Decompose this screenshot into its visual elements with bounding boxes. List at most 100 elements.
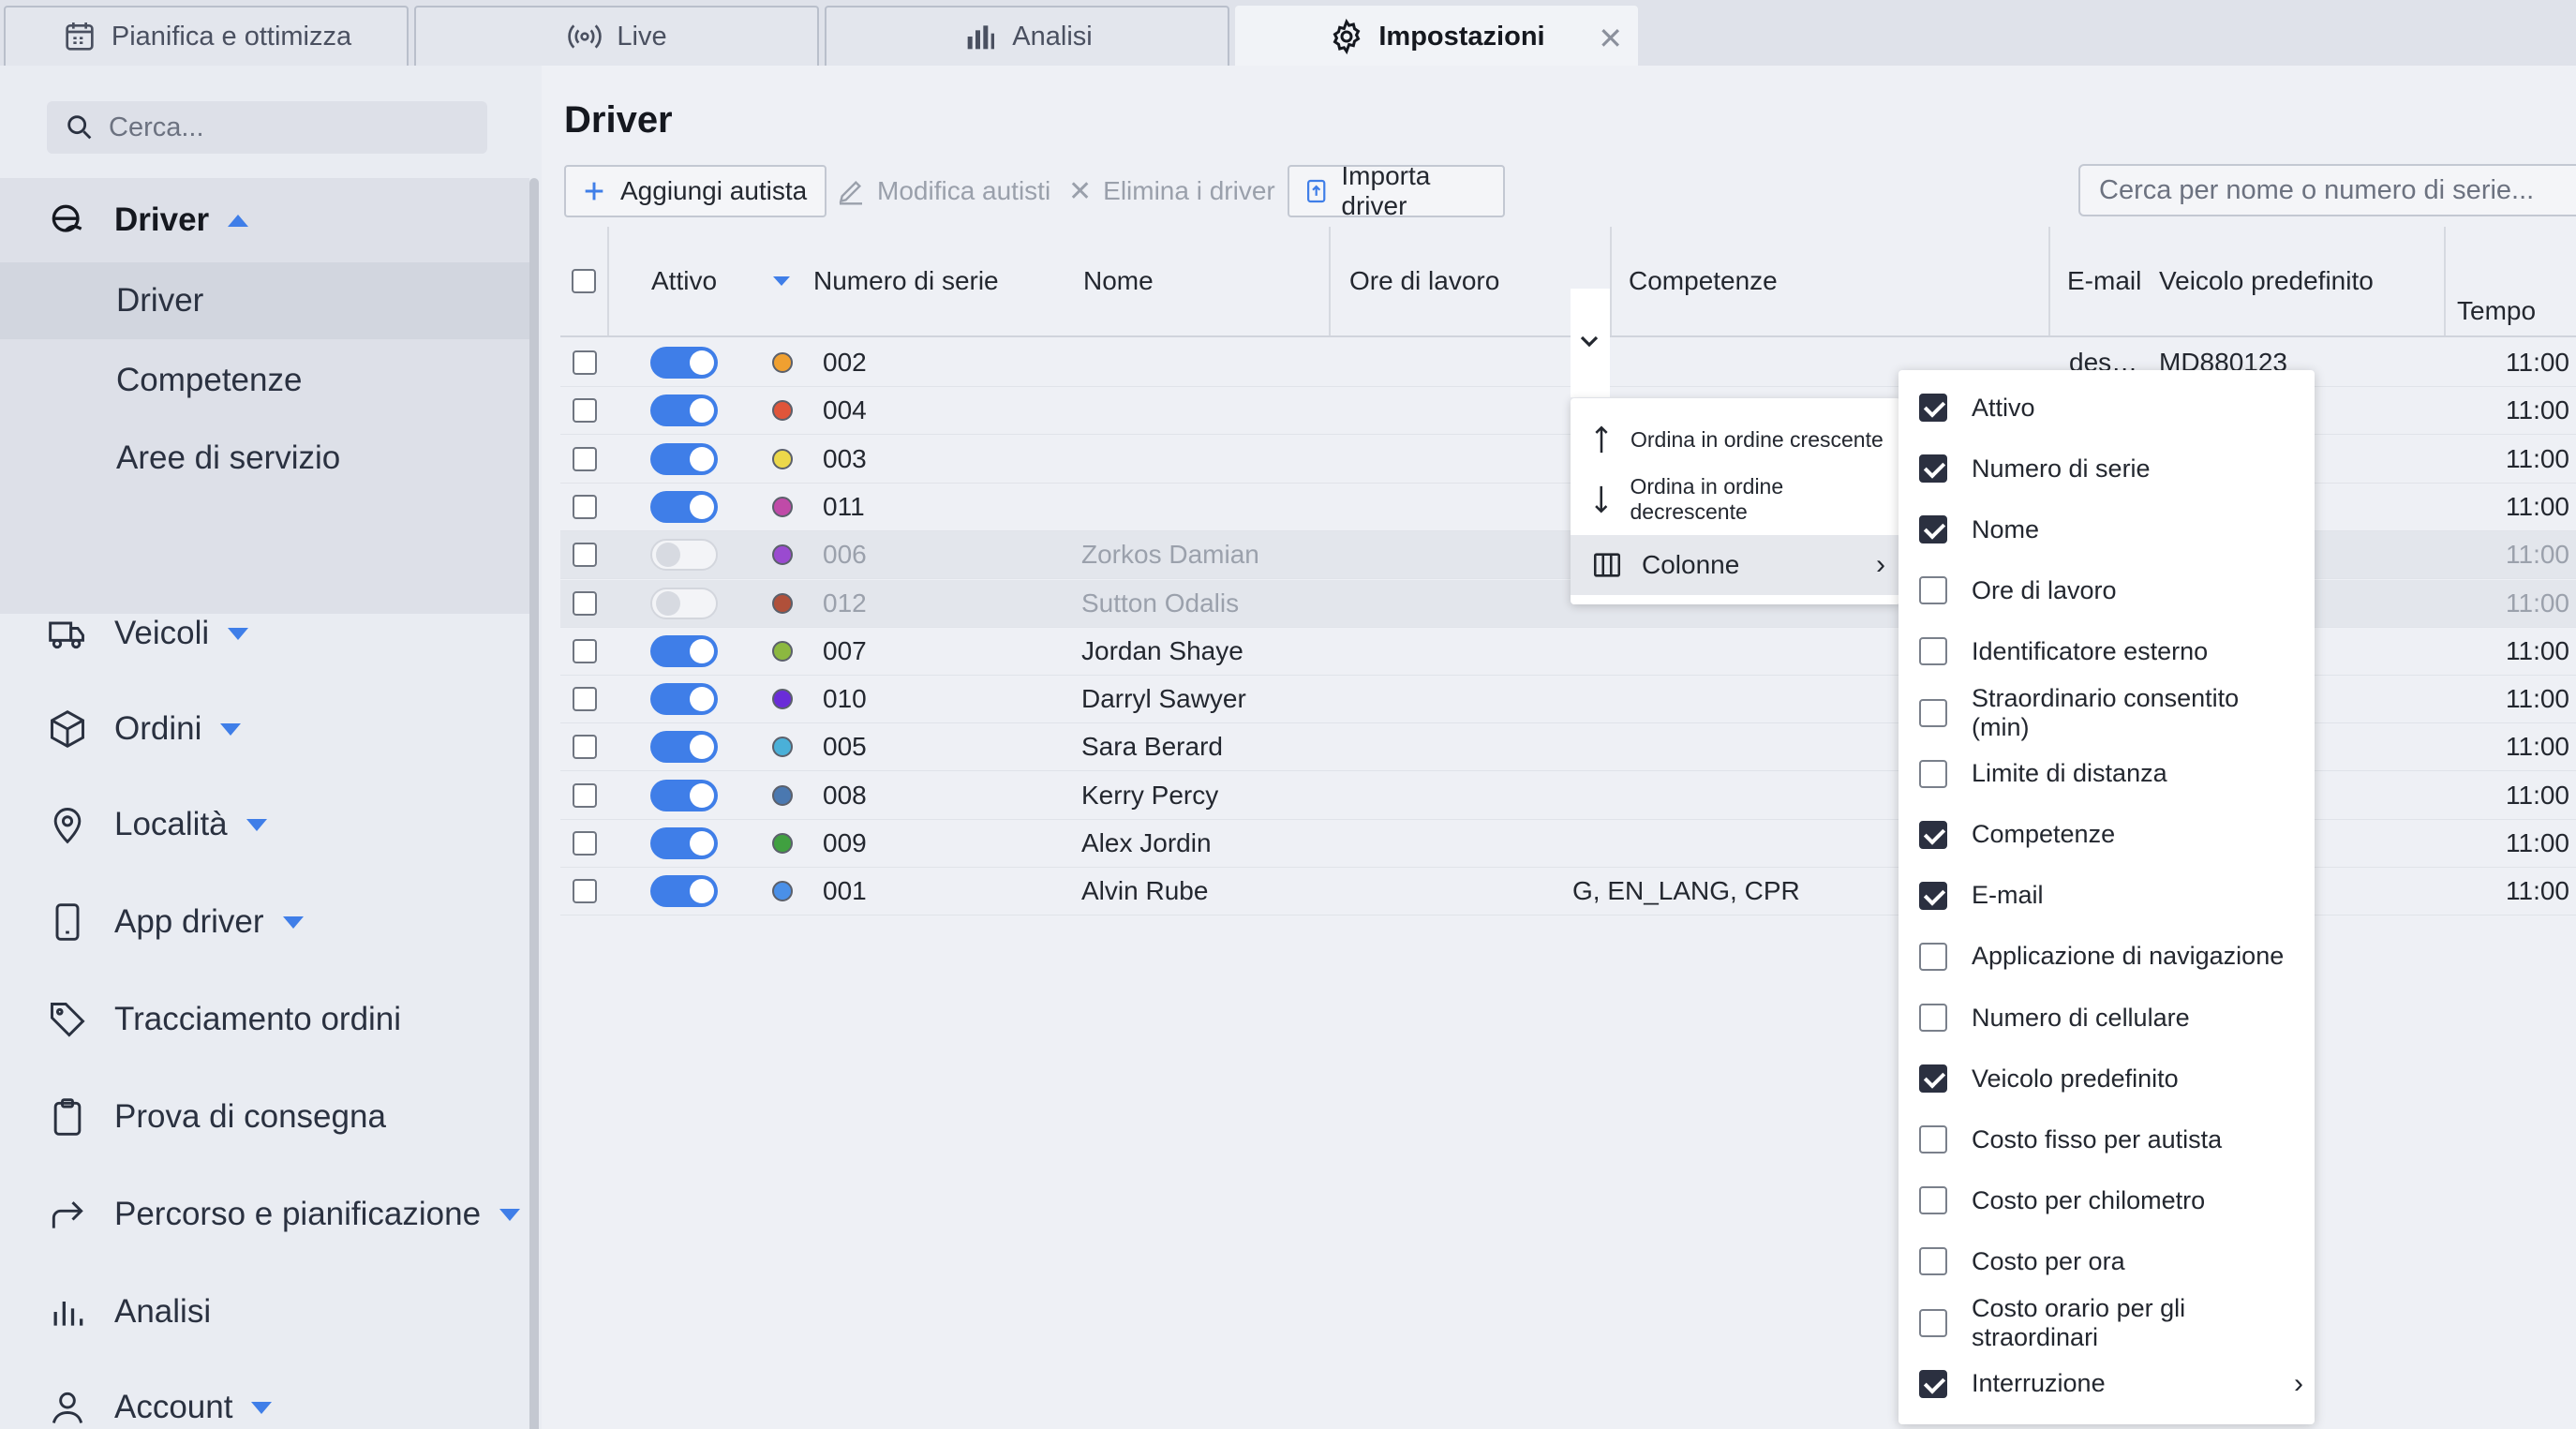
column-checkbox[interactable]: [1919, 759, 1947, 788]
active-toggle[interactable]: [650, 634, 718, 667]
active-toggle[interactable]: [650, 394, 718, 427]
column-option[interactable]: Applicazione di navigazione: [1919, 927, 2303, 987]
driver-search[interactable]: [2078, 164, 2576, 216]
sidebar-item-veicoli[interactable]: Veicoli: [0, 596, 529, 671]
column-checkbox[interactable]: [1919, 515, 1947, 544]
column-checkbox[interactable]: [1919, 394, 1947, 422]
tab-pianifica[interactable]: Pianifica e ottimizza: [4, 6, 409, 66]
column-checkbox[interactable]: [1919, 1308, 1947, 1337]
active-toggle[interactable]: [650, 779, 718, 811]
column-checkbox[interactable]: [1919, 1064, 1947, 1094]
sort-ascending-item[interactable]: Ordina in ordine crescente: [1571, 409, 1900, 469]
close-tab-icon[interactable]: ✕: [1598, 21, 1623, 56]
sidebar-item-account[interactable]: Account: [0, 1370, 529, 1429]
edit-drivers-button[interactable]: Modifica autisti: [823, 165, 1064, 217]
column-checkbox[interactable]: [1919, 1247, 1947, 1276]
sidebar-subitem-driver[interactable]: Driver: [0, 262, 529, 339]
active-toggle[interactable]: [650, 731, 718, 764]
sidebar-item-ordini[interactable]: Ordini: [0, 692, 529, 767]
column-option[interactable]: Attivo: [1919, 378, 2303, 438]
header-color-filter[interactable]: [759, 227, 804, 335]
column-checkbox[interactable]: [1919, 820, 1947, 849]
header-email[interactable]: E-mail: [2050, 227, 2146, 335]
column-checkbox[interactable]: [1919, 637, 1947, 666]
row-checkbox[interactable]: [573, 590, 597, 616]
column-checkbox[interactable]: [1919, 1186, 1947, 1215]
sidebar-subitem-competenze[interactable]: Competenze: [0, 342, 529, 419]
header-name[interactable]: Nome: [1031, 227, 1331, 335]
active-toggle[interactable]: [650, 347, 718, 379]
sidebar-item-localita[interactable]: Località: [0, 787, 529, 862]
column-checkbox[interactable]: [1919, 576, 1947, 605]
sidebar-item-app-driver[interactable]: App driver: [0, 885, 529, 960]
row-checkbox[interactable]: [573, 350, 597, 375]
columns-submenu-item[interactable]: Colonne ›: [1571, 535, 1900, 595]
tab-live[interactable]: Live: [414, 6, 819, 66]
column-checkbox[interactable]: [1919, 1369, 1947, 1398]
header-serial[interactable]: Numero di serie: [804, 227, 1031, 335]
column-option[interactable]: Interruzione ›: [1919, 1354, 2303, 1414]
column-option[interactable]: Numero di cellulare: [1919, 988, 2303, 1048]
row-checkbox[interactable]: [573, 782, 597, 808]
sidebar-search-input[interactable]: [109, 112, 465, 143]
active-toggle[interactable]: [650, 875, 718, 908]
sidebar-item-driver[interactable]: Driver: [0, 183, 529, 258]
column-option[interactable]: Nome: [1919, 499, 2303, 559]
select-all-checkbox[interactable]: [572, 269, 596, 293]
active-toggle[interactable]: [650, 539, 718, 572]
column-checkbox[interactable]: [1919, 698, 1947, 727]
column-option[interactable]: Costo orario per gli straordinari: [1919, 1293, 2303, 1353]
active-toggle[interactable]: [650, 490, 718, 523]
column-checkbox[interactable]: [1919, 454, 1947, 484]
row-checkbox[interactable]: [573, 398, 597, 424]
column-option[interactable]: Limite di distanza: [1919, 744, 2303, 804]
header-skills[interactable]: Competenze: [1612, 227, 2050, 335]
active-toggle[interactable]: [650, 683, 718, 716]
column-checkbox[interactable]: [1919, 1125, 1947, 1154]
column-option[interactable]: E-mail: [1919, 866, 2303, 926]
column-option[interactable]: Costo per chilometro: [1919, 1170, 2303, 1230]
row-checkbox[interactable]: [573, 735, 597, 760]
tab-impostazioni[interactable]: Impostazioni ✕: [1235, 6, 1638, 66]
header-hours[interactable]: Ore di lavoro: [1331, 227, 1612, 335]
header-time[interactable]: Tempo: [2446, 227, 2576, 335]
header-select-all[interactable]: [560, 227, 609, 335]
row-checkbox[interactable]: [573, 494, 597, 519]
row-checkbox[interactable]: [573, 446, 597, 471]
import-drivers-button[interactable]: Importa driver: [1288, 161, 1505, 220]
active-toggle[interactable]: [650, 827, 718, 859]
active-toggle[interactable]: [650, 442, 718, 475]
row-checkbox[interactable]: [573, 879, 597, 904]
column-option[interactable]: Veicolo predefinito: [1919, 1049, 2303, 1109]
add-driver-button[interactable]: Aggiungi autista: [564, 165, 826, 217]
column-menu-toggle[interactable]: [1571, 289, 1610, 397]
sidebar-item-percorso[interactable]: Percorso e pianificazione: [0, 1177, 529, 1252]
column-checkbox[interactable]: [1919, 1004, 1947, 1032]
sort-descending-item[interactable]: Ordina in ordine decrescente: [1571, 469, 1900, 529]
column-checkbox[interactable]: [1919, 942, 1947, 971]
sidebar-item-prova-consegna[interactable]: Prova di consegna: [0, 1079, 529, 1154]
header-active[interactable]: Attivo: [609, 227, 759, 335]
row-checkbox[interactable]: [573, 687, 597, 712]
column-option[interactable]: Straordinario consentito (min): [1919, 683, 2303, 743]
header-vehicle[interactable]: Veicolo predefinito: [2146, 227, 2446, 335]
sidebar-item-tracciamento[interactable]: Tracciamento ordini: [0, 982, 529, 1057]
column-checkbox[interactable]: [1919, 881, 1947, 910]
sidebar-subitem-aree[interactable]: Aree di servizio: [0, 420, 529, 497]
sidebar-scrollbar[interactable]: [529, 178, 539, 1429]
delete-drivers-button[interactable]: ✕ Elimina i driver: [1055, 165, 1288, 217]
sidebar-search[interactable]: [47, 101, 487, 154]
column-option[interactable]: Costo per ora: [1919, 1231, 2303, 1291]
column-option[interactable]: Costo fisso per autista: [1919, 1109, 2303, 1169]
row-checkbox[interactable]: [573, 831, 597, 856]
sidebar-item-analisi[interactable]: Analisi: [0, 1274, 529, 1349]
row-checkbox[interactable]: [573, 638, 597, 663]
active-toggle[interactable]: [650, 587, 718, 619]
column-option[interactable]: Competenze: [1919, 805, 2303, 865]
driver-search-input[interactable]: [2099, 174, 2576, 206]
column-option[interactable]: Ore di lavoro: [1919, 560, 2303, 620]
tab-analisi[interactable]: Analisi: [825, 6, 1229, 66]
column-option[interactable]: Identificatore esterno: [1919, 621, 2303, 681]
row-checkbox[interactable]: [573, 543, 597, 568]
column-option[interactable]: Numero di serie: [1919, 439, 2303, 499]
